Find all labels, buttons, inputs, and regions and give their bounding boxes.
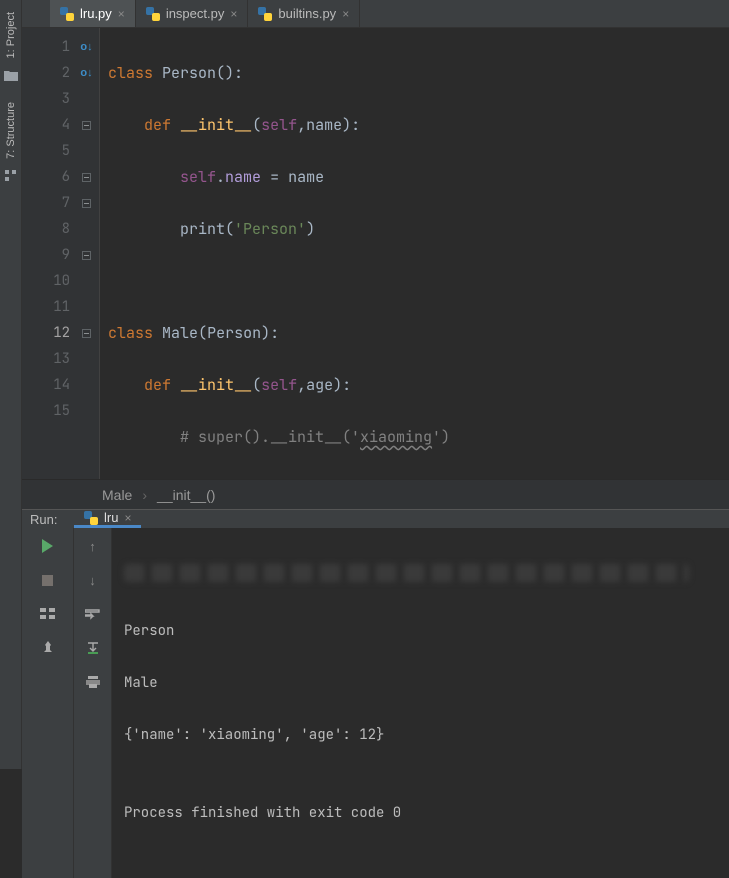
fold-toggle-icon[interactable] bbox=[82, 329, 91, 338]
python-run-icon bbox=[84, 511, 98, 525]
close-icon[interactable]: × bbox=[118, 8, 125, 20]
output-line: {'name': 'xiaoming', 'age': 12} bbox=[124, 722, 729, 748]
run-toolbar-secondary: ↑ ↓ bbox=[74, 528, 112, 878]
print-button[interactable] bbox=[83, 672, 103, 692]
project-tool-button[interactable]: 1: Project bbox=[3, 4, 19, 66]
play-icon bbox=[42, 539, 53, 553]
tab-label: lru.py bbox=[80, 6, 112, 21]
output-line: Process finished with exit code 0 bbox=[124, 800, 729, 826]
up-button[interactable]: ↑ bbox=[83, 536, 103, 556]
run-tabbar: Run: lru × bbox=[22, 510, 729, 528]
layout-button[interactable] bbox=[38, 604, 58, 624]
tab-label: builtins.py bbox=[278, 6, 336, 21]
run-tab-label: lru bbox=[104, 510, 118, 525]
breadcrumb-function[interactable]: __init__() bbox=[157, 487, 215, 503]
close-icon[interactable]: × bbox=[230, 8, 237, 20]
run-toolbar-primary bbox=[22, 528, 74, 878]
console-output[interactable]: Person Male {'name': 'xiaoming', 'age': … bbox=[112, 528, 729, 878]
code-text-area[interactable]: class Person(): def __init__(self,name):… bbox=[100, 28, 729, 479]
structure-tool-label: 7: Structure bbox=[5, 102, 17, 159]
chevron-right-icon: › bbox=[142, 487, 147, 503]
stop-icon bbox=[42, 575, 53, 586]
structure-icon bbox=[4, 169, 18, 183]
close-icon[interactable]: × bbox=[342, 8, 349, 20]
line-number-gutter: 1 2 3 4 5 6 7 8 9 10 11 12 13 14 15 bbox=[22, 28, 74, 479]
editor-tab-lru[interactable]: lru.py × bbox=[50, 0, 136, 27]
output-line: Male bbox=[124, 670, 729, 696]
python-file-icon bbox=[258, 7, 272, 21]
breadcrumb-class[interactable]: Male bbox=[102, 487, 132, 503]
fold-toggle-icon[interactable] bbox=[82, 251, 91, 260]
fold-toggle-icon[interactable] bbox=[82, 121, 91, 130]
run-tool-window: Run: lru × ↑ ↓ Person Male {'name': bbox=[22, 509, 729, 769]
command-line-blurred bbox=[124, 564, 689, 582]
stop-button[interactable] bbox=[38, 570, 58, 590]
tool-window-bar-left: 1: Project 7: Structure bbox=[0, 0, 22, 769]
project-tool-label: 1: Project bbox=[5, 12, 17, 58]
rerun-button[interactable] bbox=[38, 536, 58, 556]
run-config-tab[interactable]: lru × bbox=[74, 510, 141, 528]
pin-button[interactable] bbox=[38, 638, 58, 658]
soft-wrap-button[interactable] bbox=[83, 604, 103, 624]
fold-toggle-icon[interactable] bbox=[82, 173, 91, 182]
editor-tabbar: lru.py × inspect.py × builtins.py × bbox=[22, 0, 729, 28]
tab-label: inspect.py bbox=[166, 6, 225, 21]
folder-icon bbox=[4, 68, 18, 82]
overrides-icon[interactable]: o↓ bbox=[80, 67, 92, 79]
close-icon[interactable]: × bbox=[124, 512, 131, 524]
structure-tool-button[interactable]: 7: Structure bbox=[3, 94, 19, 167]
code-editor[interactable]: 1 2 3 4 5 6 7 8 9 10 11 12 13 14 15 o↓ o… bbox=[22, 28, 729, 479]
breadcrumb[interactable]: Male › __init__() bbox=[22, 479, 729, 509]
python-file-icon bbox=[60, 7, 74, 21]
fold-toggle-icon[interactable] bbox=[82, 199, 91, 208]
gutter-icons: o↓ o↓ bbox=[74, 28, 100, 479]
editor-tab-builtins[interactable]: builtins.py × bbox=[248, 0, 360, 27]
output-line: Person bbox=[124, 618, 729, 644]
scroll-to-end-button[interactable] bbox=[83, 638, 103, 658]
overrides-icon[interactable]: o↓ bbox=[80, 41, 92, 53]
editor-tab-inspect[interactable]: inspect.py × bbox=[136, 0, 249, 27]
down-button[interactable]: ↓ bbox=[83, 570, 103, 590]
run-panel-label: Run: bbox=[22, 510, 74, 528]
python-file-icon bbox=[146, 7, 160, 21]
